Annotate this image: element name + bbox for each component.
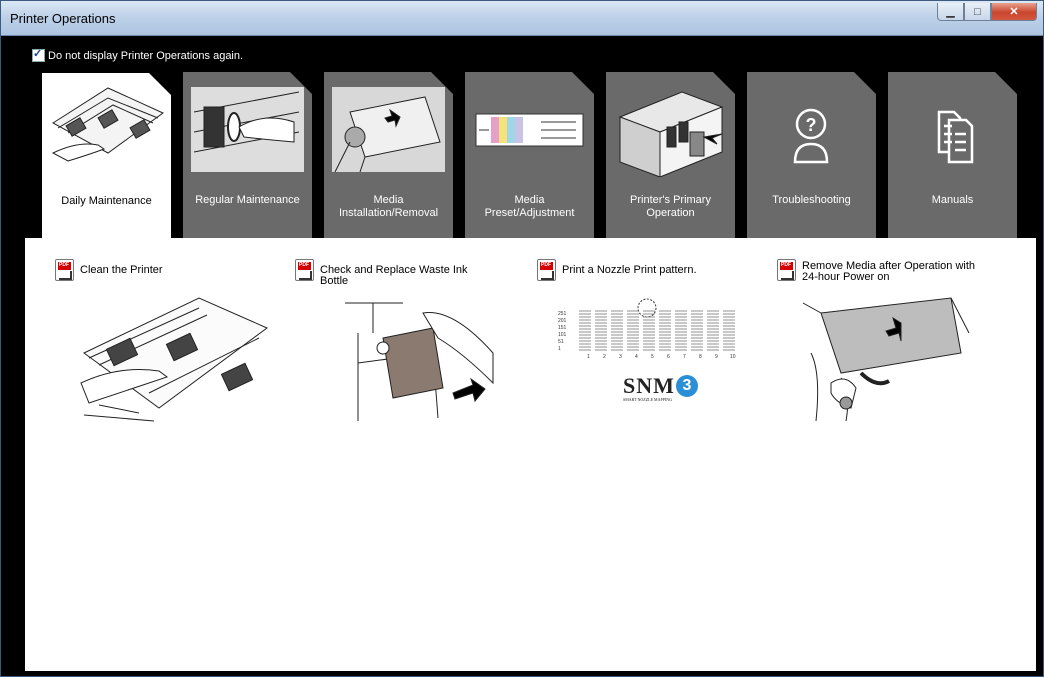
close-icon: ✕ — [1009, 6, 1019, 18]
item-waste-ink-bottle[interactable]: Check and Replace Waste Ink Bottle — [295, 259, 495, 421]
tab-label: Media Installation/Removal — [338, 194, 439, 219]
logo-subtitle: SMART NOZZLE MAPPING — [623, 397, 673, 402]
question-person-icon: ? — [753, 82, 870, 177]
y-tick: 101 — [558, 332, 567, 338]
checkbox-label: Do not display Printer Operations again. — [48, 49, 244, 62]
y-tick: 51 — [558, 339, 564, 345]
waste-ink-bottle-illustration[interactable] — [343, 293, 503, 423]
pdf-icon[interactable] — [295, 259, 314, 281]
clean-printer-illustration[interactable] — [79, 293, 269, 423]
tab-daily-maintenance[interactable]: Daily Maintenance — [42, 73, 171, 239]
tab-label: Troubleshooting — [772, 194, 851, 206]
minimize-icon: ▁ — [946, 6, 955, 18]
x-tick: 7 — [683, 354, 686, 360]
snm-logo: SNM 3 — [623, 373, 698, 399]
tab-troubleshooting[interactable]: ? Troubleshooting — [747, 72, 876, 238]
logo-text: SNM — [623, 373, 675, 398]
tab-manuals[interactable]: Manuals — [888, 72, 1017, 238]
y-tick: 201 — [558, 318, 567, 324]
x-tick: 2 — [603, 354, 606, 360]
remove-media-illustration[interactable] — [801, 293, 971, 423]
checkbox-box[interactable] — [32, 47, 45, 62]
item-remove-media[interactable]: Remove Media after Operation with 24-hou… — [777, 259, 977, 422]
svg-text:?: ? — [806, 115, 817, 135]
printer-operations-window: Printer Operations ▁ □ ✕ Do not display … — [0, 0, 1044, 677]
x-tick: 8 — [699, 354, 702, 360]
item-nozzle-print[interactable]: Print a Nozzle Print pattern. 251 201 15… — [537, 259, 736, 402]
maximize-icon: □ — [974, 5, 981, 18]
item-label: Clean the Printer — [80, 264, 163, 276]
pdf-icon[interactable] — [55, 259, 74, 281]
x-tick: 3 — [619, 354, 622, 360]
close-button[interactable]: ✕ — [991, 3, 1037, 21]
tab-label: Media Preset/Adjustment — [484, 194, 575, 219]
item-label: Remove Media after Operation with 24-hou… — [802, 260, 976, 283]
media-preset-illustration — [471, 82, 588, 177]
x-tick: 6 — [667, 354, 670, 360]
tab-regular-maintenance[interactable]: Regular Maintenance — [183, 72, 312, 238]
x-tick: 9 — [715, 354, 718, 360]
item-clean-printer[interactable]: Clean the Printer — [55, 259, 268, 422]
nozzle-chart: 251 201 151 101 51 1 1 2 3 4 5 6 7 8 9 1… — [558, 298, 736, 360]
y-tick: 1 — [558, 346, 561, 352]
regular-maintenance-illustration — [189, 82, 306, 177]
pdf-icon[interactable] — [777, 259, 796, 281]
content-panel: Clean the Printer Check and Replace Wast… — [25, 238, 1036, 671]
daily-maintenance-illustration — [48, 83, 165, 178]
minimize-button[interactable]: ▁ — [937, 3, 964, 21]
window-title: Printer Operations — [10, 11, 116, 26]
primary-operation-illustration — [612, 82, 729, 177]
tab-label: Daily Maintenance — [61, 195, 152, 207]
tab-label: Manuals — [931, 194, 974, 206]
x-tick: 1 — [587, 354, 590, 360]
tab-media-preset-adjustment[interactable]: Media Preset/Adjustment — [465, 72, 594, 238]
y-tick: 251 — [558, 311, 567, 317]
nozzle-pattern-illustration[interactable]: 251 201 151 101 51 1 1 2 3 4 5 6 7 8 9 1… — [555, 293, 745, 423]
window-controls: ▁ □ ✕ — [937, 3, 1037, 21]
tab-label: Regular Maintenance — [195, 194, 300, 206]
tab-label: Printer's Primary Operation — [630, 194, 711, 219]
y-tick: 151 — [558, 325, 567, 331]
x-tick: 4 — [635, 354, 638, 360]
item-label: Check and Replace Waste Ink Bottle — [320, 264, 468, 287]
x-tick: 5 — [651, 354, 654, 360]
media-installation-illustration — [330, 82, 447, 177]
title-bar[interactable]: Printer Operations ▁ □ ✕ — [1, 1, 1043, 36]
pdf-icon[interactable] — [537, 259, 556, 281]
x-tick: 10 — [730, 354, 736, 360]
item-label: Print a Nozzle Print pattern. — [562, 264, 697, 276]
maximize-button[interactable]: □ — [964, 3, 991, 21]
logo-badge: 3 — [675, 375, 698, 397]
tab-media-installation-removal[interactable]: Media Installation/Removal — [324, 72, 453, 238]
documents-icon — [894, 82, 1011, 177]
dont-display-again-checkbox[interactable]: Do not display Printer Operations again. — [32, 47, 244, 62]
tab-printers-primary-operation[interactable]: Printer's Primary Operation — [606, 72, 735, 238]
